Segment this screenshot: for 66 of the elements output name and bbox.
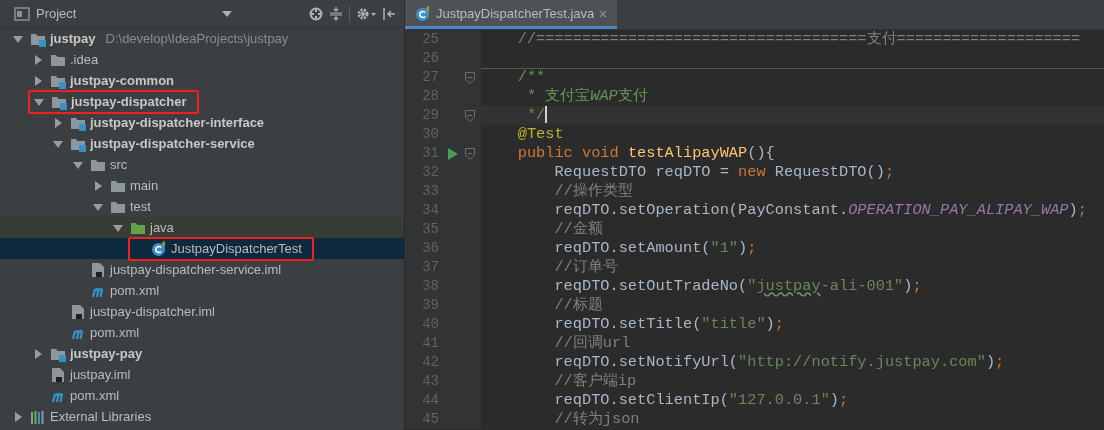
- library-icon: [30, 408, 46, 425]
- code-line: public void testAlipayWAP(){: [516, 143, 775, 165]
- file-icon: [90, 261, 106, 278]
- code-line: //标题: [553, 295, 603, 317]
- tree-item-label[interactable]: justpay-dispatcher-service: [90, 133, 255, 154]
- code-line: //回调url: [553, 333, 631, 355]
- hide-panel-icon[interactable]: [382, 6, 396, 21]
- code-line: reqDTO.setOperation(PayConstant.OPERATION_PAY_ALIPAY_WAP);: [553, 200, 1087, 220]
- panel-title: Project: [36, 4, 77, 23]
- class-icon: [415, 6, 431, 22]
- code-line: reqDTO.setNotifyUrl("http://notify.justpay.com");: [553, 352, 1005, 372]
- fold-marker-icon[interactable]: [465, 71, 475, 84]
- tree-item-label[interactable]: justpay-dispatcher.iml: [90, 301, 215, 322]
- tree-item-label[interactable]: justpay-dispatcher-service.iml: [110, 259, 282, 280]
- code-line: reqDTO.setAmount("1");: [553, 238, 757, 259]
- code-line: reqDTO.setTitle("title");: [553, 314, 784, 335]
- project-view-icon: [14, 6, 30, 21]
- code-line: RequestDTO reqDTO = new RequestDTO();: [553, 162, 895, 182]
- project-path: D:\develop\IdeaProjects\justpay: [105, 29, 289, 48]
- tree-item-label[interactable]: pom.xml: [110, 280, 160, 301]
- collapsed-arrow-icon[interactable]: [32, 74, 44, 87]
- collapse-all-icon[interactable]: [329, 6, 343, 21]
- run-icon[interactable]: [447, 147, 459, 160]
- code-line: //客户端ip: [553, 371, 637, 393]
- settings-icon[interactable]: [356, 6, 376, 21]
- tree-item-label[interactable]: justpay-dispatcher: [71, 91, 187, 112]
- tree-item-label[interactable]: pom.xml: [90, 322, 140, 343]
- code-line: @Test: [516, 124, 564, 146]
- tree-item-label[interactable]: .idea: [70, 49, 99, 70]
- tree-item-label[interactable]: justpay-common: [70, 70, 174, 91]
- close-icon[interactable]: [599, 10, 608, 18]
- collapsed-arrow-icon[interactable]: [12, 410, 24, 423]
- tree-item-label[interactable]: justpay-dispatcher-interface: [90, 112, 265, 133]
- fold-marker-icon[interactable]: [465, 147, 475, 160]
- tree-row-selected[interactable]: JustpayDispatcherTest: [0, 238, 404, 259]
- code-line: //订单号: [553, 257, 618, 279]
- dropdown-caret-icon[interactable]: [222, 10, 233, 17]
- code-line: //转为json: [553, 409, 640, 430]
- tree-item-label[interactable]: src: [110, 154, 128, 175]
- class-icon: [151, 240, 167, 257]
- tree-item-label[interactable]: main: [130, 175, 159, 196]
- code-line: */: [525, 105, 548, 127]
- tree-item-label[interactable]: External Libraries: [50, 406, 152, 427]
- code-line: reqDTO.setOutTradeNo("justpay-ali-001");: [553, 276, 922, 297]
- fold-marker-icon[interactable]: [465, 109, 475, 122]
- code-line: /**: [516, 67, 546, 87]
- file-icon: [70, 303, 86, 320]
- tree-item-label[interactable]: justpay: [50, 28, 96, 49]
- tree-item-label[interactable]: test: [130, 196, 151, 217]
- locate-icon[interactable]: [309, 6, 323, 21]
- code-line: reqDTO.setClientIp("127.0.0.1");: [553, 390, 849, 410]
- file-icon: [50, 366, 66, 383]
- code-line: * 支付宝WAP支付: [525, 86, 648, 108]
- tree-item-label[interactable]: justpay.iml: [70, 364, 131, 385]
- collapsed-arrow-icon[interactable]: [52, 116, 64, 129]
- collapsed-arrow-icon[interactable]: [32, 347, 44, 360]
- file-tab[interactable]: JustpayDispatcherTest.java: [405, 0, 618, 29]
- tree-item-label[interactable]: JustpayDispatcherTest: [171, 238, 302, 259]
- code-line: //====================================支付====================: [516, 29, 1081, 51]
- tree-item-label[interactable]: pom.xml: [70, 385, 120, 406]
- code-line: //金额: [553, 219, 603, 241]
- tree-item-label[interactable]: justpay-pay: [70, 343, 143, 364]
- tree-item-label[interactable]: java: [150, 217, 174, 238]
- code-line: //操作类型: [553, 181, 633, 203]
- collapsed-arrow-icon[interactable]: [92, 179, 104, 192]
- collapsed-arrow-icon[interactable]: [32, 53, 44, 66]
